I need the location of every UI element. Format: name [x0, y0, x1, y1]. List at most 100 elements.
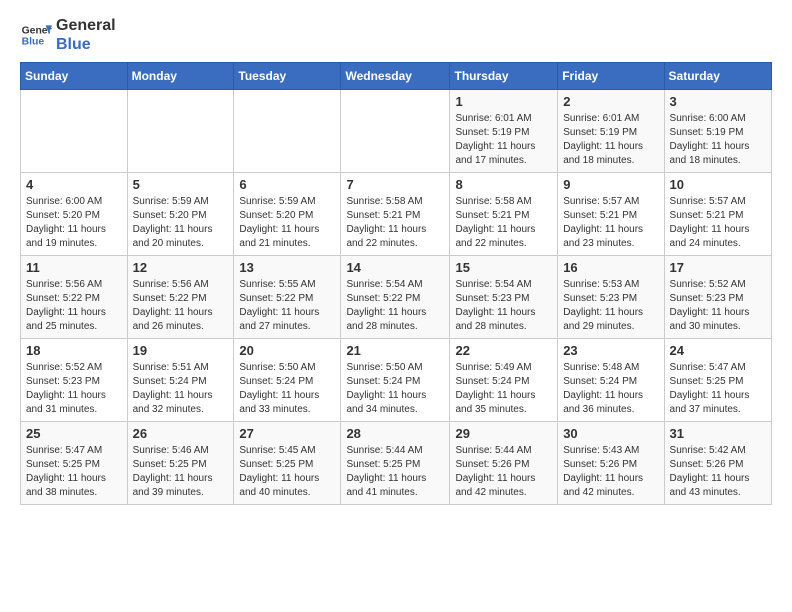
- day-info: Sunrise: 5:54 AMSunset: 5:23 PMDaylight:…: [455, 279, 535, 332]
- calendar-cell: 20 Sunrise: 5:50 AMSunset: 5:24 PMDaylig…: [234, 339, 341, 422]
- calendar-cell: 5 Sunrise: 5:59 AMSunset: 5:20 PMDayligh…: [127, 173, 234, 256]
- day-number: 27: [239, 426, 335, 441]
- day-number: 23: [563, 343, 658, 358]
- day-number: 2: [563, 94, 658, 109]
- weekday-header-thursday: Thursday: [450, 63, 558, 90]
- day-info: Sunrise: 5:50 AMSunset: 5:24 PMDaylight:…: [346, 362, 426, 415]
- logo: General Blue General Blue: [20, 16, 116, 54]
- calendar-cell: 2 Sunrise: 6:01 AMSunset: 5:19 PMDayligh…: [558, 90, 664, 173]
- calendar-cell: 18 Sunrise: 5:52 AMSunset: 5:23 PMDaylig…: [21, 339, 128, 422]
- day-info: Sunrise: 5:44 AMSunset: 5:25 PMDaylight:…: [346, 445, 426, 498]
- day-number: 18: [26, 343, 122, 358]
- day-number: 20: [239, 343, 335, 358]
- day-info: Sunrise: 5:56 AMSunset: 5:22 PMDaylight:…: [26, 279, 106, 332]
- day-info: Sunrise: 5:51 AMSunset: 5:24 PMDaylight:…: [133, 362, 213, 415]
- day-number: 14: [346, 260, 444, 275]
- weekday-header-tuesday: Tuesday: [234, 63, 341, 90]
- calendar-cell: [21, 90, 128, 173]
- day-info: Sunrise: 5:59 AMSunset: 5:20 PMDaylight:…: [133, 196, 213, 249]
- calendar-cell: 17 Sunrise: 5:52 AMSunset: 5:23 PMDaylig…: [664, 256, 771, 339]
- calendar-cell: 19 Sunrise: 5:51 AMSunset: 5:24 PMDaylig…: [127, 339, 234, 422]
- day-number: 29: [455, 426, 552, 441]
- day-info: Sunrise: 5:48 AMSunset: 5:24 PMDaylight:…: [563, 362, 643, 415]
- calendar-cell: 3 Sunrise: 6:00 AMSunset: 5:19 PMDayligh…: [664, 90, 771, 173]
- header: General Blue General Blue: [20, 16, 772, 54]
- day-info: Sunrise: 5:43 AMSunset: 5:26 PMDaylight:…: [563, 445, 643, 498]
- day-number: 19: [133, 343, 229, 358]
- calendar-cell: [127, 90, 234, 173]
- calendar-cell: 24 Sunrise: 5:47 AMSunset: 5:25 PMDaylig…: [664, 339, 771, 422]
- logo-icon: General Blue: [20, 19, 52, 51]
- day-number: 21: [346, 343, 444, 358]
- logo-blue-text: Blue: [56, 35, 116, 54]
- weekday-header-monday: Monday: [127, 63, 234, 90]
- day-info: Sunrise: 5:55 AMSunset: 5:22 PMDaylight:…: [239, 279, 319, 332]
- svg-text:Blue: Blue: [22, 37, 45, 48]
- weekday-header-sunday: Sunday: [21, 63, 128, 90]
- day-number: 25: [26, 426, 122, 441]
- day-info: Sunrise: 5:57 AMSunset: 5:21 PMDaylight:…: [563, 196, 643, 249]
- day-info: Sunrise: 5:54 AMSunset: 5:22 PMDaylight:…: [346, 279, 426, 332]
- day-info: Sunrise: 5:42 AMSunset: 5:26 PMDaylight:…: [670, 445, 750, 498]
- day-info: Sunrise: 5:53 AMSunset: 5:23 PMDaylight:…: [563, 279, 643, 332]
- calendar-cell: 16 Sunrise: 5:53 AMSunset: 5:23 PMDaylig…: [558, 256, 664, 339]
- day-number: 11: [26, 260, 122, 275]
- weekday-header-saturday: Saturday: [664, 63, 771, 90]
- calendar-cell: 14 Sunrise: 5:54 AMSunset: 5:22 PMDaylig…: [341, 256, 450, 339]
- calendar-cell: 29 Sunrise: 5:44 AMSunset: 5:26 PMDaylig…: [450, 422, 558, 505]
- day-info: Sunrise: 6:00 AMSunset: 5:20 PMDaylight:…: [26, 196, 106, 249]
- day-number: 24: [670, 343, 766, 358]
- day-info: Sunrise: 5:50 AMSunset: 5:24 PMDaylight:…: [239, 362, 319, 415]
- calendar-cell: 22 Sunrise: 5:49 AMSunset: 5:24 PMDaylig…: [450, 339, 558, 422]
- calendar-cell: 9 Sunrise: 5:57 AMSunset: 5:21 PMDayligh…: [558, 173, 664, 256]
- day-info: Sunrise: 5:52 AMSunset: 5:23 PMDaylight:…: [670, 279, 750, 332]
- calendar-cell: 6 Sunrise: 5:59 AMSunset: 5:20 PMDayligh…: [234, 173, 341, 256]
- calendar-cell: 25 Sunrise: 5:47 AMSunset: 5:25 PMDaylig…: [21, 422, 128, 505]
- day-info: Sunrise: 5:58 AMSunset: 5:21 PMDaylight:…: [346, 196, 426, 249]
- day-number: 13: [239, 260, 335, 275]
- calendar-cell: 27 Sunrise: 5:45 AMSunset: 5:25 PMDaylig…: [234, 422, 341, 505]
- day-info: Sunrise: 6:01 AMSunset: 5:19 PMDaylight:…: [563, 113, 643, 166]
- calendar-cell: [341, 90, 450, 173]
- calendar-cell: 31 Sunrise: 5:42 AMSunset: 5:26 PMDaylig…: [664, 422, 771, 505]
- day-number: 1: [455, 94, 552, 109]
- calendar-cell: 26 Sunrise: 5:46 AMSunset: 5:25 PMDaylig…: [127, 422, 234, 505]
- day-number: 15: [455, 260, 552, 275]
- day-info: Sunrise: 5:58 AMSunset: 5:21 PMDaylight:…: [455, 196, 535, 249]
- logo-general-text: General: [56, 16, 116, 35]
- day-info: Sunrise: 5:59 AMSunset: 5:20 PMDaylight:…: [239, 196, 319, 249]
- day-number: 31: [670, 426, 766, 441]
- day-info: Sunrise: 5:52 AMSunset: 5:23 PMDaylight:…: [26, 362, 106, 415]
- day-number: 8: [455, 177, 552, 192]
- day-info: Sunrise: 5:45 AMSunset: 5:25 PMDaylight:…: [239, 445, 319, 498]
- day-info: Sunrise: 6:00 AMSunset: 5:19 PMDaylight:…: [670, 113, 750, 166]
- day-info: Sunrise: 5:56 AMSunset: 5:22 PMDaylight:…: [133, 279, 213, 332]
- day-info: Sunrise: 5:57 AMSunset: 5:21 PMDaylight:…: [670, 196, 750, 249]
- day-info: Sunrise: 5:47 AMSunset: 5:25 PMDaylight:…: [26, 445, 106, 498]
- day-number: 30: [563, 426, 658, 441]
- calendar-cell: 21 Sunrise: 5:50 AMSunset: 5:24 PMDaylig…: [341, 339, 450, 422]
- day-info: Sunrise: 6:01 AMSunset: 5:19 PMDaylight:…: [455, 113, 535, 166]
- calendar-cell: 13 Sunrise: 5:55 AMSunset: 5:22 PMDaylig…: [234, 256, 341, 339]
- calendar-cell: 8 Sunrise: 5:58 AMSunset: 5:21 PMDayligh…: [450, 173, 558, 256]
- day-number: 12: [133, 260, 229, 275]
- calendar-cell: [234, 90, 341, 173]
- day-number: 4: [26, 177, 122, 192]
- day-info: Sunrise: 5:44 AMSunset: 5:26 PMDaylight:…: [455, 445, 535, 498]
- day-number: 6: [239, 177, 335, 192]
- calendar-cell: 23 Sunrise: 5:48 AMSunset: 5:24 PMDaylig…: [558, 339, 664, 422]
- day-number: 26: [133, 426, 229, 441]
- calendar-cell: 11 Sunrise: 5:56 AMSunset: 5:22 PMDaylig…: [21, 256, 128, 339]
- weekday-header-friday: Friday: [558, 63, 664, 90]
- day-info: Sunrise: 5:49 AMSunset: 5:24 PMDaylight:…: [455, 362, 535, 415]
- calendar-cell: 12 Sunrise: 5:56 AMSunset: 5:22 PMDaylig…: [127, 256, 234, 339]
- day-number: 16: [563, 260, 658, 275]
- weekday-header-wednesday: Wednesday: [341, 63, 450, 90]
- day-number: 9: [563, 177, 658, 192]
- calendar-cell: 28 Sunrise: 5:44 AMSunset: 5:25 PMDaylig…: [341, 422, 450, 505]
- calendar-cell: 30 Sunrise: 5:43 AMSunset: 5:26 PMDaylig…: [558, 422, 664, 505]
- calendar-table: SundayMondayTuesdayWednesdayThursdayFrid…: [20, 62, 772, 505]
- day-number: 10: [670, 177, 766, 192]
- day-number: 28: [346, 426, 444, 441]
- calendar-cell: 15 Sunrise: 5:54 AMSunset: 5:23 PMDaylig…: [450, 256, 558, 339]
